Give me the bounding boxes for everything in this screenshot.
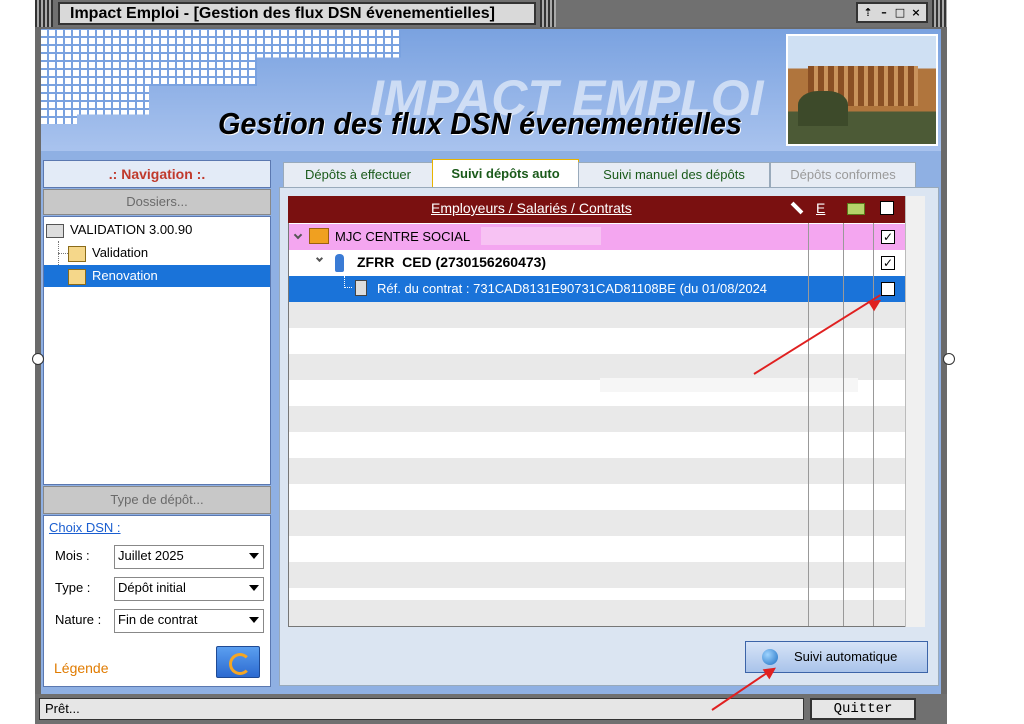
suivi-automatique-label: Suivi automatique	[794, 649, 898, 664]
pencil-document-icon	[68, 268, 86, 285]
folder-icon	[46, 223, 64, 238]
tree-item-label: Validation	[92, 245, 149, 260]
globe-icon	[762, 649, 778, 665]
tree-item-validation[interactable]: Validation	[58, 242, 148, 264]
person-icon	[335, 254, 344, 272]
refresh-icon	[229, 653, 251, 675]
title-bar-grip-right	[932, 0, 947, 27]
collapse-arrow-icon[interactable]	[293, 230, 303, 240]
window-controls: ⇡ – □ ×	[856, 2, 928, 23]
grid-vertical-scrollbar[interactable]	[905, 196, 925, 627]
redacted-area	[600, 378, 858, 392]
grid-empty-row	[289, 406, 905, 432]
envelope-icon[interactable]	[847, 203, 865, 215]
quitter-button[interactable]: Quitter	[810, 698, 916, 720]
pencil-document-icon	[68, 245, 86, 262]
maximize-icon[interactable]: □	[892, 4, 908, 21]
restore-icon[interactable]: ⇡	[860, 4, 876, 21]
status-text: Prêt...	[39, 698, 804, 720]
grid-column-title[interactable]: Employeurs / Salariés / Contrats	[431, 200, 632, 216]
tab-depots-a-effectuer[interactable]: Dépôts à effectuer	[283, 162, 433, 190]
column-divider	[808, 223, 809, 626]
title-bar-grip-left	[35, 0, 53, 27]
tree-item-renovation[interactable]: Renovation	[44, 265, 270, 287]
minimize-icon[interactable]: –	[876, 4, 892, 21]
tree-item-validation-root[interactable]: VALIDATION 3.00.90	[46, 219, 192, 241]
contract-reference: Réf. du contrat : 731CAD8131E90731CAD811…	[377, 281, 768, 296]
column-divider	[873, 223, 874, 626]
row-checkbox[interactable]: ✓	[881, 256, 895, 270]
folder-icon	[309, 228, 329, 244]
tab-depots-conformes[interactable]: Dépôts conformes	[770, 162, 916, 190]
grid-empty-row	[289, 354, 905, 380]
grid-row-employee[interactable]: ZFRR CED (2730156260473) ✓	[289, 250, 905, 276]
type-value: Dépôt initial	[118, 580, 186, 595]
tree-connector	[344, 276, 352, 288]
chevron-down-icon	[249, 553, 259, 559]
collapse-arrow-icon[interactable]	[315, 254, 324, 263]
legende-link[interactable]: Légende	[54, 660, 109, 676]
tab-suivi-manuel-depots[interactable]: Suivi manuel des dépôts	[578, 162, 770, 190]
grid-empty-row	[289, 458, 905, 484]
dossier-tree: VALIDATION 3.00.90 Validation Renovation	[43, 216, 271, 485]
banner-subtitle: Gestion des flux DSN évenementielles	[218, 106, 742, 141]
title-bar-grip-middle	[540, 0, 556, 27]
dossiers-section-button[interactable]: Dossiers...	[43, 189, 271, 215]
close-icon[interactable]: ×	[908, 4, 924, 21]
grid-row-contract[interactable]: Réf. du contrat : 731CAD8131E90731CAD811…	[289, 276, 905, 302]
type-depot-section-button[interactable]: Type de dépôt...	[43, 486, 271, 514]
banner-building-photo	[786, 34, 938, 146]
grid-column-e[interactable]: E	[816, 200, 825, 216]
grid-empty-row	[289, 302, 905, 328]
grid-header: Employeurs / Salariés / Contrats E ✓	[288, 196, 905, 223]
wrench-icon[interactable]	[790, 201, 804, 215]
grid-empty-row	[289, 510, 905, 536]
tab-suivi-depots-auto[interactable]: Suivi dépôts auto	[432, 159, 579, 189]
navigation-header[interactable]: .: Navigation :.	[43, 160, 271, 188]
choix-dsn-title[interactable]: Choix DSN :	[49, 520, 121, 535]
resize-handle-right[interactable]	[943, 353, 955, 365]
chevron-down-icon	[249, 617, 259, 623]
redacted-area	[481, 227, 601, 245]
nature-label: Nature :	[55, 612, 102, 627]
row-checkbox[interactable]: ✓	[881, 282, 895, 296]
grid-empty-row	[289, 562, 905, 588]
grid-empty-row	[289, 600, 905, 626]
mois-label: Mois :	[55, 548, 90, 563]
row-checkbox[interactable]: ✓	[881, 230, 895, 244]
tree-item-label: Renovation	[92, 268, 158, 283]
column-divider	[843, 223, 844, 626]
type-label: Type :	[55, 580, 91, 595]
refresh-button[interactable]	[216, 646, 260, 678]
nature-value: Fin de contrat	[118, 612, 198, 627]
contract-document-icon	[355, 280, 367, 296]
mois-select[interactable]: Juillet 2025	[114, 545, 264, 569]
nature-select[interactable]: Fin de contrat	[114, 609, 264, 633]
chevron-down-icon	[249, 585, 259, 591]
mois-value: Juillet 2025	[118, 548, 184, 563]
select-all-checkbox[interactable]: ✓	[880, 201, 894, 215]
type-select[interactable]: Dépôt initial	[114, 577, 264, 601]
grid-row-employer[interactable]: MJC CENTRE SOCIAL ✓	[289, 224, 905, 250]
resize-handle-left[interactable]	[32, 353, 44, 365]
employer-name: MJC CENTRE SOCIAL	[335, 229, 471, 244]
window-title: Impact Emploi - [Gestion des flux DSN év…	[58, 2, 536, 25]
tree-item-label: VALIDATION 3.00.90	[70, 222, 193, 237]
employee-name: ZFRR CED (2730156260473)	[357, 254, 547, 270]
